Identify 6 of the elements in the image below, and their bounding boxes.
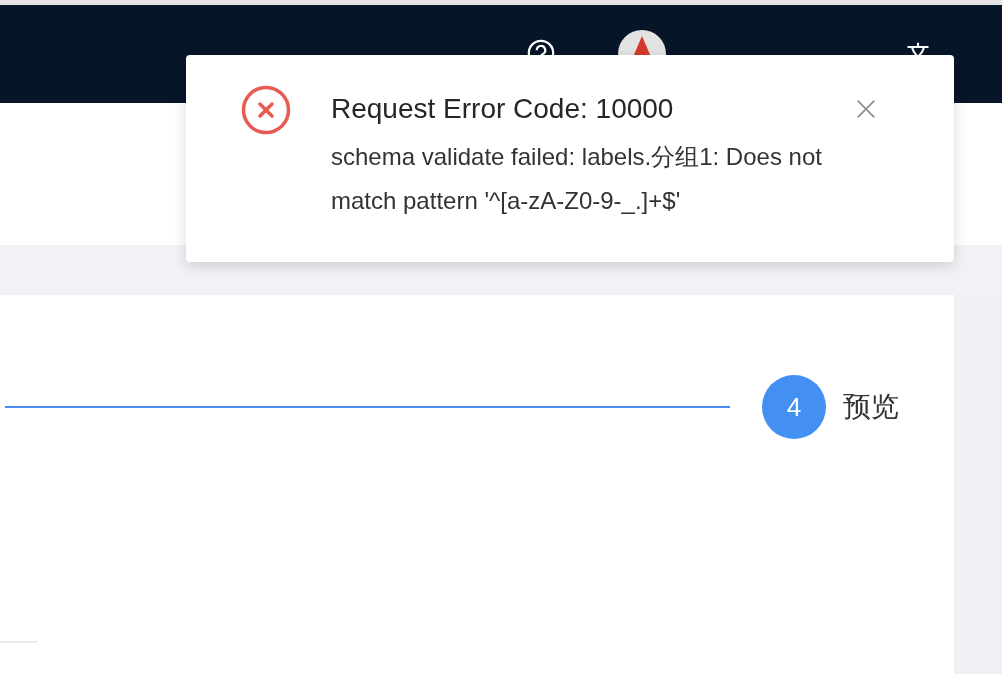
close-icon[interactable] — [856, 99, 876, 119]
notification-message: schema validate failed: labels.分组1: Does not match pattern '^[a-zA-Z0-9-_.]+$' — [331, 142, 823, 216]
step-number: 4 — [762, 375, 826, 439]
step-title: 预览 — [843, 390, 899, 424]
notification-title: Request Error Code: 10000 — [331, 93, 675, 125]
error-icon — [241, 85, 291, 135]
